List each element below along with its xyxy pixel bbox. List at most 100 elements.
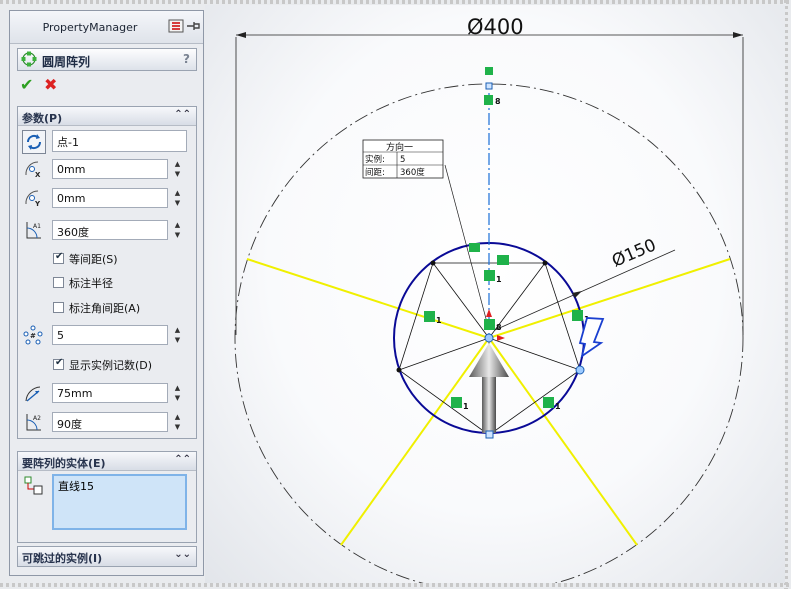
table-title: 方向一	[386, 141, 413, 153]
dimension-angle-label: 标注角间距(A)	[69, 302, 141, 315]
instance-count-field[interactable]: 5	[52, 325, 168, 345]
equal-spacing-checkbox[interactable]: ✔	[53, 251, 64, 264]
expand-panel-icon[interactable]	[168, 19, 184, 33]
dimension-radius-label: 标注半径	[69, 277, 113, 290]
graphics-area[interactable]: Ø400 8 Ø150 方向一 实例: 5 间距: 360度 1 1 1 1 8	[205, 5, 785, 589]
relation-marker	[484, 319, 495, 330]
entity-selection-icon	[24, 476, 43, 495]
skip-instances-group: 可跳过的实例(I) ⌄⌄	[17, 546, 197, 567]
group-title: 要阵列的实体(E)	[22, 457, 106, 470]
instance-table[interactable]: 方向一 实例: 5 间距: 360度	[362, 139, 444, 179]
relation-label: 1	[496, 275, 502, 284]
arc-angle-field[interactable]: 90度	[52, 412, 168, 432]
angle-spinner[interactable]: ▲ ▼	[171, 220, 184, 240]
relation-label: 1	[555, 402, 561, 411]
collapse-icon[interactable]: ⌃⌃	[174, 454, 191, 465]
vertex-point[interactable]	[542, 260, 548, 266]
list-item[interactable]: 直线15	[54, 476, 185, 496]
circular-pattern-icon	[21, 51, 37, 67]
center-y-icon: Y	[25, 190, 41, 208]
table-spacing-value[interactable]: 360度	[400, 167, 425, 178]
relation-marker	[543, 397, 554, 408]
construction-line	[246, 258, 490, 339]
direction-arrow-icon	[497, 335, 505, 341]
reverse-direction-icon[interactable]	[22, 130, 46, 154]
relation-marker	[572, 310, 583, 321]
relation-marker	[469, 243, 480, 252]
vertex-point[interactable]	[396, 367, 402, 373]
endpoint-handle[interactable]	[485, 82, 493, 90]
angle-field[interactable]: 360度	[52, 220, 168, 240]
vertex-point[interactable]	[430, 260, 436, 266]
relation-marker	[497, 255, 509, 265]
svg-text:Y: Y	[34, 200, 41, 208]
equal-spacing-label: 等间距(S)	[69, 253, 118, 266]
direction-arrow-icon	[486, 309, 492, 317]
dimension-angle-checkbox[interactable]	[53, 302, 64, 313]
instance-count-spinner[interactable]: ▲ ▼	[171, 325, 184, 345]
property-manager-panel: PropertyManager 圆周阵列 ? ✔ ✖ 参数(P) ⌃⌃ 点-1 …	[9, 10, 204, 576]
pattern-line	[432, 262, 490, 339]
relation-marker	[451, 397, 462, 408]
parameters-group-header[interactable]: 参数(P) ⌃⌃	[18, 107, 196, 126]
callout-leader	[444, 164, 490, 331]
relation-marker	[424, 311, 435, 322]
relation-label: 1	[463, 402, 469, 411]
center-y-spinner[interactable]: ▲ ▼	[171, 188, 184, 208]
pin-icon[interactable]	[185, 19, 201, 33]
svg-text:#: #	[30, 332, 36, 340]
dimension-arrow	[733, 32, 743, 38]
parameters-group: 参数(P) ⌃⌃ 点-1 X 0mm ▲ ▼ Y 0mm ▲ ▼ A1 360度…	[17, 106, 197, 439]
svg-text:A2: A2	[33, 415, 41, 422]
vertex-point[interactable]	[575, 365, 585, 375]
entities-group-header[interactable]: 要阵列的实体(E) ⌃⌃	[18, 452, 196, 471]
arc-angle-icon: A2	[26, 414, 41, 431]
center-x-field[interactable]: 0mm	[52, 159, 168, 179]
radius-field[interactable]: 75mm	[52, 383, 168, 403]
relation-marker	[484, 95, 493, 105]
relation-marker	[484, 270, 495, 281]
cancel-button[interactable]: ✖	[44, 75, 57, 94]
skip-instances-group-header[interactable]: 可跳过的实例(I) ⌄⌄	[18, 547, 196, 566]
inner-diameter-dimension[interactable]: Ø150	[609, 235, 659, 271]
table-instances-value[interactable]: 5	[400, 155, 405, 165]
center-y-field[interactable]: 0mm	[52, 188, 168, 208]
center-x-spinner[interactable]: ▲ ▼	[171, 159, 184, 179]
radius-spinner[interactable]: ▲ ▼	[171, 383, 184, 403]
relation-label: 8	[496, 323, 502, 332]
group-title: 可跳过的实例(I)	[22, 552, 103, 565]
relation-marker	[485, 67, 493, 75]
pattern-line	[398, 337, 490, 371]
endpoint-handle[interactable]	[485, 430, 494, 439]
outer-diameter-dimension[interactable]: Ø400	[467, 15, 524, 39]
svg-text:A1: A1	[33, 223, 41, 230]
border-decoration	[0, 583, 791, 587]
dimension-radius-checkbox[interactable]	[53, 277, 64, 288]
ok-button[interactable]: ✔	[20, 75, 33, 94]
panel-header: PropertyManager	[10, 11, 203, 44]
relation-label: 1	[436, 316, 442, 325]
center-point[interactable]	[484, 333, 494, 343]
show-count-checkbox[interactable]: ✔	[53, 357, 64, 370]
radius-icon	[25, 386, 41, 402]
expand-icon[interactable]: ⌄⌄	[174, 549, 191, 560]
construction-line	[488, 258, 731, 339]
collapse-icon[interactable]: ⌃⌃	[174, 109, 191, 120]
sketch-drawing[interactable]: Ø400 8 Ø150 方向一 实例: 5 间距: 360度 1 1 1 1 8	[205, 5, 785, 589]
dimension-arrow	[236, 32, 246, 38]
feature-header: 圆周阵列 ?	[17, 48, 197, 71]
entities-group: 要阵列的实体(E) ⌃⌃ 直线15	[17, 451, 197, 543]
construction-line	[340, 337, 490, 546]
center-x-icon: X	[25, 161, 41, 179]
center-point-field[interactable]: 点-1	[52, 130, 187, 152]
pattern-line	[488, 337, 581, 371]
group-title: 参数(P)	[22, 112, 63, 125]
show-count-label: 显示实例记数(D)	[69, 359, 153, 372]
angle-icon: A1	[26, 222, 41, 239]
help-icon[interactable]: ?	[183, 52, 190, 66]
border-decoration	[0, 0, 791, 4]
dimension-arrow	[572, 291, 582, 298]
entities-list[interactable]: 直线15	[52, 474, 187, 530]
table-instances-label: 实例:	[365, 154, 385, 165]
arc-angle-spinner[interactable]: ▲ ▼	[171, 412, 184, 432]
